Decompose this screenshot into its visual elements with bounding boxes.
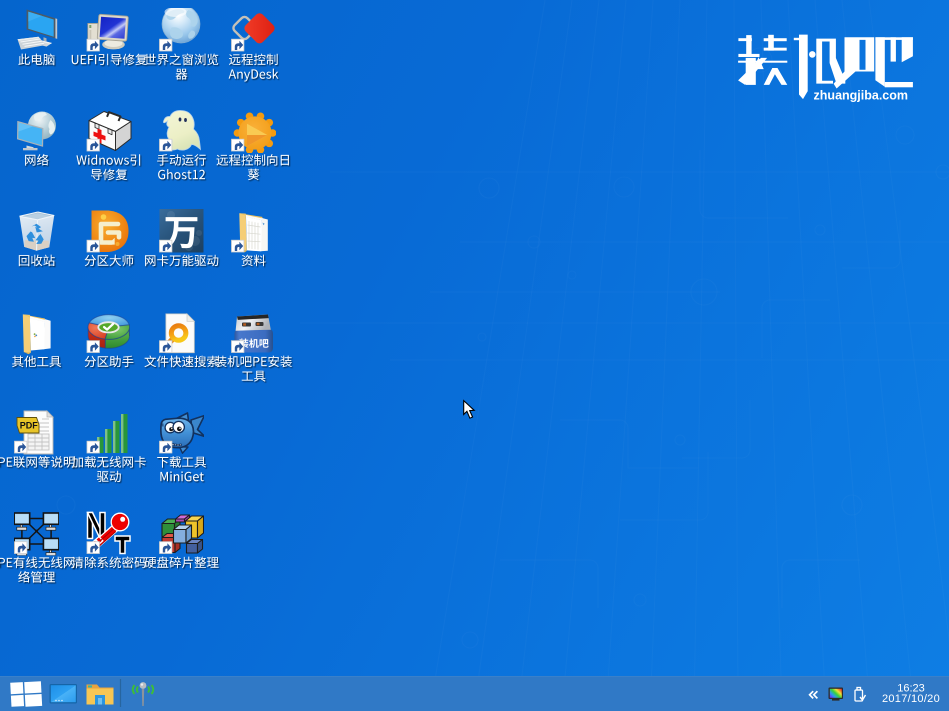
svg-text:zhuangjiba.com: zhuangjiba.com: [814, 89, 908, 103]
svg-text:PDF: PDF: [20, 421, 39, 431]
svg-text:2017/10/20: 2017/10/20: [882, 693, 940, 705]
